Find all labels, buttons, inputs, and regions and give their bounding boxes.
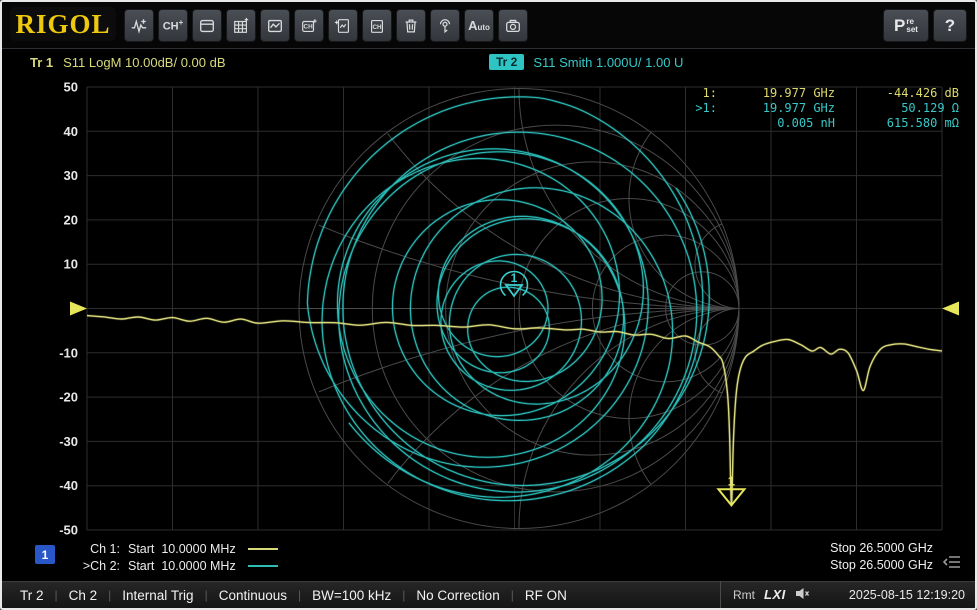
- separator: |: [205, 588, 208, 602]
- lxi-indicator: LXI: [764, 587, 786, 602]
- channel-2-stop: Stop 26.5000 GHz: [830, 557, 933, 574]
- marker-readout-row-3: 0.005 nH615.580 mΩ: [685, 116, 959, 131]
- svg-text:40: 40: [64, 124, 78, 139]
- status-channel[interactable]: Ch 2: [69, 588, 98, 603]
- svg-text:50: 50: [64, 80, 78, 95]
- remote-indicator: Rmt: [733, 588, 755, 602]
- svg-text:10: 10: [64, 257, 78, 272]
- status-correction[interactable]: No Correction: [416, 588, 499, 603]
- status-bandwidth[interactable]: BW=100 kHz: [312, 588, 391, 603]
- marker-readout-row-1: 1:19.977 GHz-44.426 dB: [685, 86, 959, 101]
- status-trace[interactable]: Tr 2: [20, 588, 44, 603]
- svg-text:-10: -10: [59, 345, 78, 360]
- svg-text:30: 30: [64, 168, 78, 183]
- collapse-menu-icon[interactable]: [943, 554, 963, 575]
- datetime: 2025-08-15 12:19:20: [849, 588, 965, 602]
- status-bar: Tr 2 | Ch 2 | Internal Trig | Continuous | B…: [2, 581, 975, 608]
- separator: |: [511, 588, 514, 602]
- separator: |: [108, 588, 111, 602]
- channel-stops: Stop 26.5000 GHz Stop 26.5000 GHz: [830, 540, 933, 574]
- marker-readout-row-2: >1:19.977 GHz50.129 Ω: [685, 101, 959, 116]
- separator: |: [55, 588, 58, 602]
- svg-text:-30: -30: [59, 434, 78, 449]
- channel-1-color-swatch: [248, 548, 278, 550]
- svg-text:1: 1: [511, 271, 518, 285]
- channel-2-info[interactable]: >Ch 2: Start 10.0000 MHz: [72, 557, 278, 574]
- mute-icon[interactable]: [795, 587, 810, 603]
- channel-2-color-swatch: [248, 565, 278, 567]
- channel-1-stop: Stop 26.5000 GHz: [830, 540, 933, 557]
- ref-level-marker-right[interactable]: [942, 302, 959, 316]
- status-right-panel: Rmt LXI 2025-08-15 12:19:20: [720, 581, 975, 608]
- svg-text:-20: -20: [59, 390, 78, 405]
- status-rf[interactable]: RF ON: [525, 588, 567, 603]
- ref-level-marker-left[interactable]: [70, 302, 87, 316]
- status-sweep-mode[interactable]: Continuous: [219, 588, 287, 603]
- marker-readout: 1:19.977 GHz-44.426 dB >1:19.977 GHz50.1…: [685, 86, 959, 131]
- channel-badge[interactable]: 1: [35, 545, 55, 564]
- svg-text:20: 20: [64, 212, 78, 227]
- channel-info: Ch 1: Start 10.0000 MHz >Ch 2: Start 10.…: [72, 540, 278, 574]
- svg-text:1: 1: [728, 473, 735, 488]
- status-trigger[interactable]: Internal Trig: [122, 588, 193, 603]
- separator: |: [402, 588, 405, 602]
- vna-screen: RIGOL CH+: [0, 0, 977, 610]
- svg-text:-50: -50: [59, 523, 78, 538]
- svg-text:-40: -40: [59, 478, 78, 493]
- channel-1-info[interactable]: Ch 1: Start 10.0000 MHz: [72, 540, 278, 557]
- separator: |: [298, 588, 301, 602]
